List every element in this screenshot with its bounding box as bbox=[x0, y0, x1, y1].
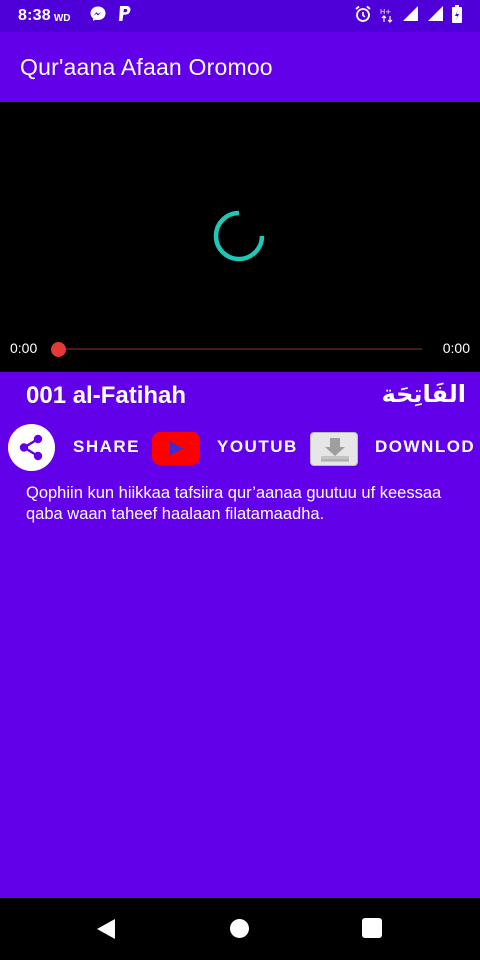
status-carrier-tag: WD bbox=[53, 12, 71, 24]
youtube-label[interactable]: YOUTUB bbox=[217, 437, 298, 457]
home-icon[interactable] bbox=[230, 919, 249, 938]
back-icon[interactable] bbox=[96, 918, 116, 940]
download-label[interactable]: DOWNLOD bbox=[375, 437, 475, 457]
share-label[interactable]: SHARE bbox=[73, 437, 140, 457]
status-time: 8:38 bbox=[18, 7, 51, 24]
paypal-icon bbox=[117, 5, 133, 28]
share-icon bbox=[19, 434, 43, 461]
signal-icon bbox=[402, 5, 419, 27]
youtube-icon bbox=[170, 441, 183, 456]
current-time: 0:00 bbox=[10, 340, 38, 356]
share-button[interactable] bbox=[8, 424, 55, 471]
youtube-button[interactable] bbox=[152, 432, 200, 465]
download-button[interactable] bbox=[310, 432, 358, 466]
surah-arabic-name: الفَاتِحَة bbox=[381, 380, 466, 408]
surah-title-row: 001 al-Fatihah الفَاتِحَة bbox=[0, 372, 480, 422]
system-nav-bar bbox=[0, 898, 480, 960]
status-bar: 8:38 WD H+ bbox=[0, 0, 480, 32]
action-row: SHARE YOUTUB DOWNLOD bbox=[0, 422, 480, 472]
download-icon bbox=[321, 438, 349, 462]
signal-icon-2 bbox=[427, 5, 444, 27]
recents-icon[interactable] bbox=[362, 918, 382, 938]
app-bar: Qur'aana Afaan Oromoo bbox=[0, 32, 480, 102]
app-title: Qur'aana Afaan Oromoo bbox=[20, 53, 273, 80]
svg-text:H+: H+ bbox=[380, 8, 391, 16]
alarm-icon bbox=[354, 5, 372, 28]
duration-time: 0:00 bbox=[442, 340, 470, 356]
seek-thumb[interactable] bbox=[51, 342, 66, 357]
messenger-icon bbox=[89, 5, 107, 28]
battery-icon bbox=[452, 4, 462, 28]
loading-spinner bbox=[213, 210, 265, 262]
seek-bar[interactable] bbox=[58, 348, 422, 350]
signal-hplus-icon: H+ bbox=[380, 5, 394, 28]
surah-name: 001 al-Fatihah bbox=[26, 382, 187, 409]
surah-description: Qophiin kun hiikkaa tafsiira qur’aanaa g… bbox=[26, 484, 442, 523]
